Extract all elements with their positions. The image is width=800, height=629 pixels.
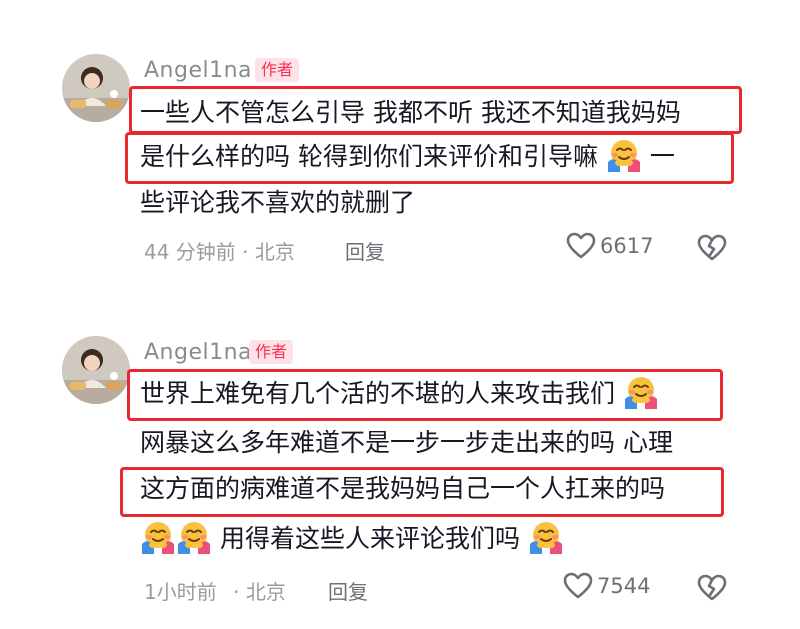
hug-emoji-icon (528, 520, 564, 554)
reply-button[interactable]: 回复 (328, 576, 368, 605)
comment-text-line: 用得着这些人来评论我们吗 (140, 522, 564, 557)
heart-outline-icon (566, 232, 596, 260)
meta-separator: · (233, 580, 240, 604)
highlight-box (129, 86, 742, 134)
like-button[interactable]: 7544 (563, 572, 650, 600)
author-badge: 作者 (249, 340, 294, 364)
highlight-box (120, 467, 724, 517)
comment-location: 北京 (245, 580, 286, 604)
like-count: 6617 (600, 234, 654, 258)
author-badge: 作者 (255, 58, 300, 82)
heart-outline-icon (563, 572, 593, 600)
like-button[interactable]: 6617 (566, 232, 653, 260)
comment-meta: 44 分钟前 · 北京 (144, 236, 295, 265)
comment-location: 北京 (254, 240, 295, 264)
username[interactable]: Angel1na (144, 340, 252, 365)
avatar[interactable] (62, 336, 130, 404)
avatar[interactable] (62, 54, 130, 122)
comment-text-segment: 用得着这些人来评论我们吗 (219, 524, 520, 553)
hug-emoji-icon (176, 520, 212, 554)
meta-separator: · (242, 240, 249, 264)
comment-text-line: 网暴这么多年难道不是一步一步走出来的吗 心理 (140, 428, 673, 457)
highlight-box (127, 369, 723, 421)
reply-button[interactable]: 回复 (345, 236, 385, 265)
comment-text-line: 些评论我不喜欢的就删了 (140, 188, 416, 217)
broken-heart-icon (697, 234, 727, 262)
dislike-button[interactable] (697, 234, 727, 266)
comment-meta: 1小时前 · 北京 (144, 576, 286, 605)
username[interactable]: Angel1na (144, 58, 252, 83)
comment-time: 44 分钟前 (144, 240, 236, 264)
broken-heart-icon (697, 574, 727, 602)
highlight-box (125, 132, 734, 184)
like-count: 7544 (597, 574, 651, 598)
dislike-button[interactable] (697, 574, 727, 606)
hug-emoji-icon (140, 520, 176, 554)
comment-time: 1小时前 (144, 580, 217, 604)
